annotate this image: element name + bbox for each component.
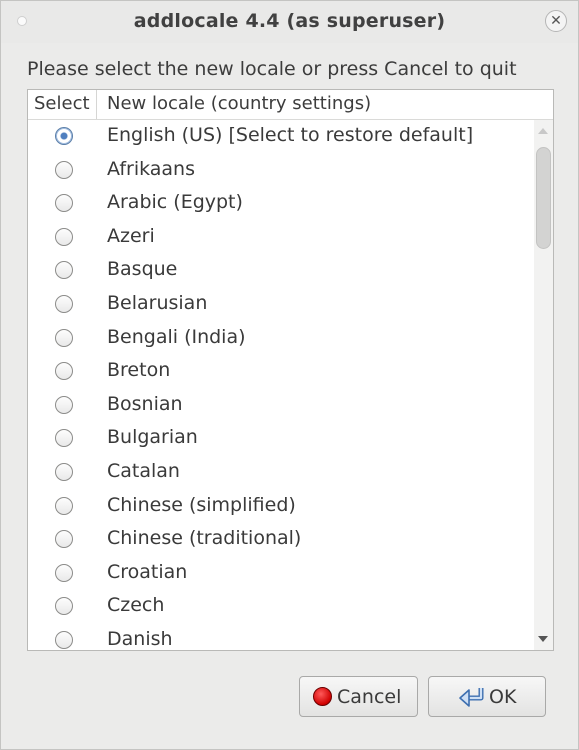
list-item[interactable]: Czech <box>28 590 534 624</box>
stop-icon <box>313 687 332 706</box>
locale-label: Chinese (simplified) <box>107 493 296 516</box>
cancel-button[interactable]: Cancel <box>299 676 418 717</box>
radio-button[interactable] <box>55 160 73 179</box>
locale-label: Azeri <box>107 224 155 247</box>
radio-button[interactable] <box>55 429 73 448</box>
cancel-button-label: Cancel <box>337 686 402 708</box>
ok-button-label: OK <box>489 686 517 708</box>
list-header: Select New locale (country settings) <box>28 90 553 120</box>
list-item[interactable]: Chinese (traditional) <box>28 523 534 557</box>
locale-label: Belarusian <box>107 291 208 314</box>
list-item[interactable]: Bosnian <box>28 389 534 423</box>
locale-label: Croatian <box>107 560 188 583</box>
radio-button[interactable] <box>55 462 73 481</box>
locale-label: Bosnian <box>107 392 183 415</box>
column-header-locale[interactable]: New locale (country settings) <box>107 90 371 119</box>
locale-label: Bulgarian <box>107 426 198 449</box>
list-item[interactable]: Basque <box>28 254 534 288</box>
title-bar: addlocale 4.4 (as superuser) ✕ <box>1 1 578 43</box>
list-item[interactable]: English (US) [Select to restore default] <box>28 120 534 154</box>
radio-button[interactable] <box>55 563 73 582</box>
locale-list[interactable]: Select New locale (country settings) Eng… <box>27 89 554 651</box>
radio-button[interactable] <box>55 395 73 414</box>
ok-button[interactable]: OK <box>428 676 546 717</box>
list-item[interactable]: Arabic (Egypt) <box>28 187 534 221</box>
radio-button[interactable] <box>55 630 73 649</box>
locale-label: Arabic (Egypt) <box>107 191 243 214</box>
list-item[interactable]: Croatian <box>28 557 534 591</box>
radio-button[interactable] <box>55 127 73 145</box>
list-item[interactable]: Afrikaans <box>28 154 534 188</box>
scroll-thumb[interactable] <box>536 147 551 249</box>
prompt-text: Please select the new locale or press Ca… <box>27 58 517 80</box>
enter-arrow-icon <box>459 688 484 707</box>
scroll-down-arrow-icon[interactable] <box>538 636 548 642</box>
locale-label: Danish <box>107 627 173 650</box>
dialog-window: addlocale 4.4 (as superuser) ✕ Please se… <box>0 0 579 750</box>
list-item[interactable]: Belarusian <box>28 288 534 322</box>
list-item[interactable]: Catalan <box>28 456 534 490</box>
locale-label: Czech <box>107 594 165 617</box>
locale-label: Bengali (India) <box>107 325 246 348</box>
window-title: addlocale 4.4 (as superuser) <box>133 10 446 32</box>
radio-button[interactable] <box>55 362 73 381</box>
radio-button[interactable] <box>55 328 73 347</box>
scroll-up-arrow-icon[interactable] <box>538 128 548 134</box>
vertical-scrollbar[interactable] <box>534 120 553 650</box>
radio-button[interactable] <box>55 294 73 313</box>
radio-button[interactable] <box>55 530 73 549</box>
radio-button[interactable] <box>55 496 73 515</box>
list-item[interactable]: Azeri <box>28 221 534 255</box>
list-item[interactable]: Bulgarian <box>28 422 534 456</box>
locale-label: Catalan <box>107 459 180 482</box>
list-item[interactable]: Breton <box>28 355 534 389</box>
radio-button[interactable] <box>55 194 73 213</box>
list-item[interactable]: Danish <box>28 624 534 650</box>
list-item[interactable]: Chinese (simplified) <box>28 490 534 524</box>
locale-label: English (US) [Select to restore default] <box>107 124 474 146</box>
close-icon: ✕ <box>550 13 562 29</box>
locale-label: Basque <box>107 258 178 281</box>
locale-label: Chinese (traditional) <box>107 527 302 550</box>
locale-label: Breton <box>107 359 171 382</box>
close-button[interactable]: ✕ <box>545 10 567 32</box>
column-header-select[interactable]: Select <box>28 90 97 119</box>
radio-button[interactable] <box>55 261 73 280</box>
list-item[interactable]: Bengali (India) <box>28 322 534 356</box>
list-rows: English (US) [Select to restore default]… <box>28 120 534 650</box>
radio-button[interactable] <box>55 227 73 246</box>
radio-button[interactable] <box>55 597 73 616</box>
locale-label: Afrikaans <box>107 157 195 180</box>
